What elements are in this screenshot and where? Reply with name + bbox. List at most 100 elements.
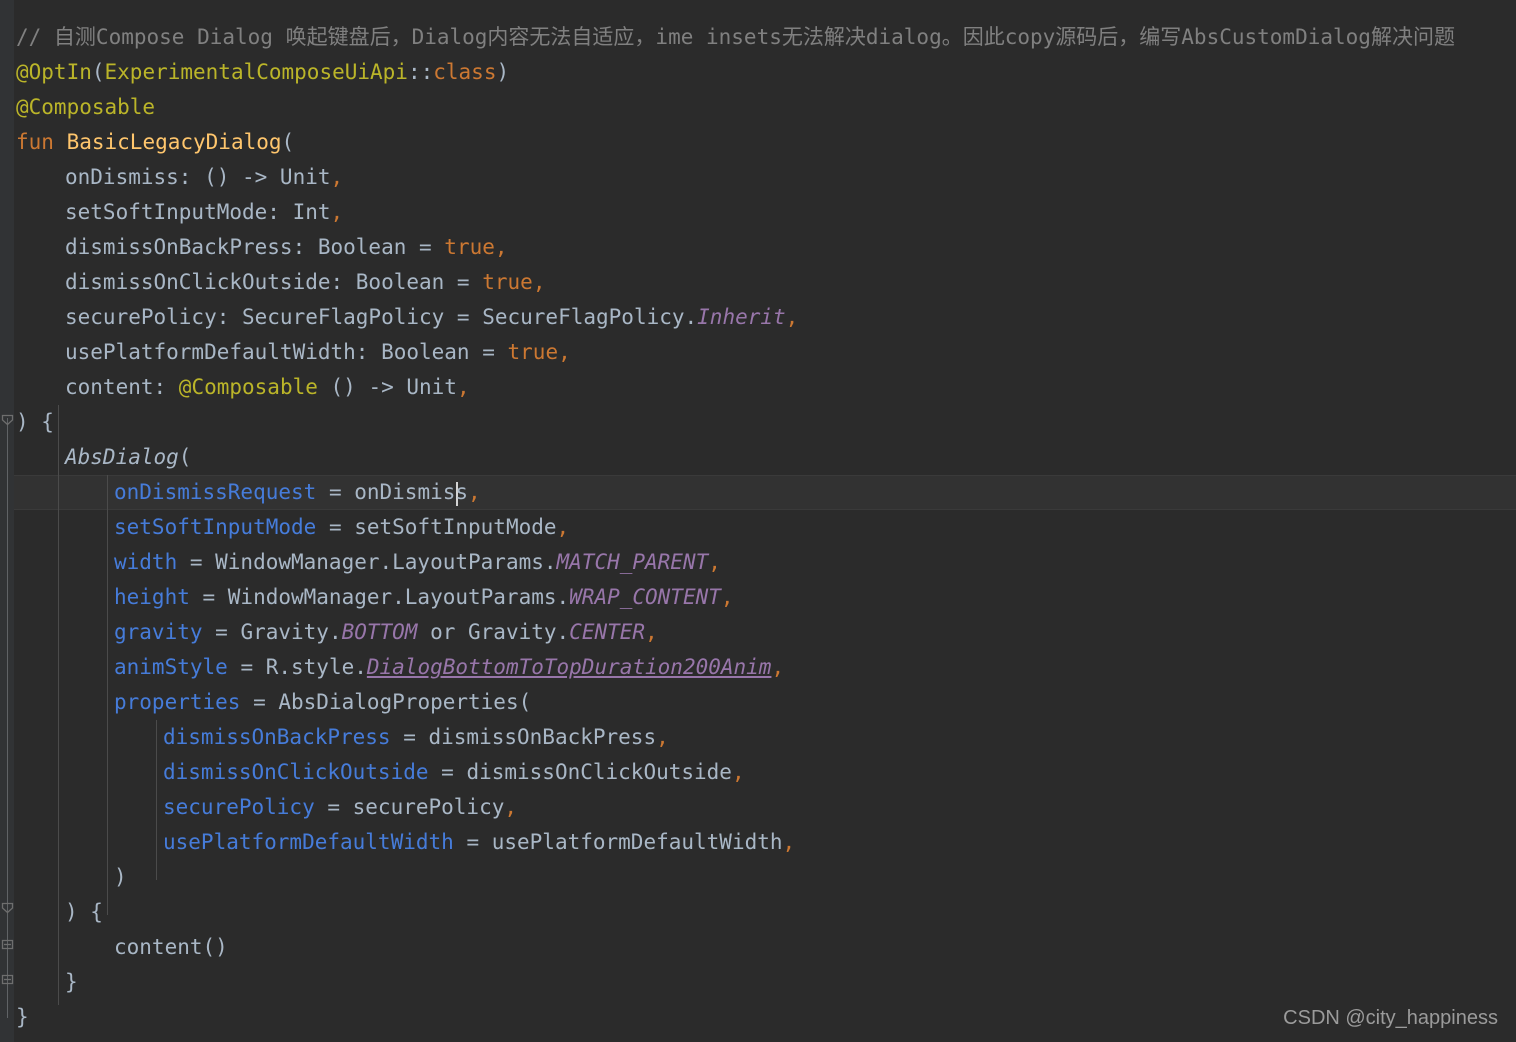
code-line: height = WindowManager.LayoutParams.WRAP… bbox=[114, 580, 734, 615]
code-token: ( bbox=[91, 60, 105, 84]
code-token: , bbox=[330, 200, 344, 224]
code-line: width = WindowManager.LayoutParams.MATCH… bbox=[114, 545, 721, 580]
code-token: dismissOnBackPress: Boolean = bbox=[65, 235, 445, 259]
code-token: , bbox=[468, 480, 481, 504]
code-token: setSoftInputMode bbox=[114, 515, 317, 539]
code-token: DialogBottomToTopDuration200Anim bbox=[366, 655, 772, 679]
code-line: securePolicy = securePolicy, bbox=[163, 790, 517, 825]
fold-region-nested-start-icon[interactable] bbox=[0, 900, 15, 915]
code-token: :: bbox=[407, 60, 434, 84]
code-token: ( bbox=[281, 130, 295, 154]
code-line: animStyle = R.style.DialogBottomToTopDur… bbox=[114, 650, 784, 685]
code-token: class bbox=[433, 60, 497, 84]
code-line: dismissOnClickOutside: Boolean = true, bbox=[65, 265, 545, 300]
code-line: content: @Composable () -> Unit, bbox=[65, 370, 470, 405]
fold-region-end-inner-icon[interactable] bbox=[0, 937, 15, 952]
code-line: ) { bbox=[65, 895, 103, 930]
code-token: Inherit bbox=[697, 305, 786, 329]
code-token: @Composable bbox=[16, 95, 156, 119]
code-token: MATCH_PARENT bbox=[556, 550, 709, 574]
code-line: @OptIn(ExperimentalComposeUiApi::class) bbox=[16, 55, 509, 90]
code-line: // 自测Compose Dialog 唤起键盘后，Dialog内容无法自适应，… bbox=[16, 20, 1455, 55]
code-line: content() bbox=[114, 930, 228, 965]
fold-region-function-start-icon[interactable] bbox=[0, 412, 15, 427]
code-token: content: bbox=[65, 375, 179, 399]
code-folding-gutter[interactable] bbox=[0, 0, 14, 1042]
code-line: usePlatformDefaultWidth: Boolean = true, bbox=[65, 335, 571, 370]
indent-guide bbox=[156, 720, 157, 880]
indent-guide bbox=[107, 475, 108, 915]
code-token: BasicLegacyDialog bbox=[66, 130, 282, 154]
code-token: () -> Unit bbox=[317, 375, 457, 399]
code-token: = dismissOnClickOutside bbox=[428, 760, 732, 784]
code-editor[interactable]: // 自测Compose Dialog 唤起键盘后，Dialog内容无法自适应，… bbox=[0, 0, 1516, 1042]
code-token: } bbox=[65, 970, 78, 994]
code-token: // 自测Compose Dialog 唤起键盘后，Dialog内容无法自适应，… bbox=[16, 25, 1455, 49]
code-line: securePolicy: SecureFlagPolicy = SecureF… bbox=[65, 300, 798, 335]
code-token: BOTTOM bbox=[341, 620, 418, 644]
code-token: , bbox=[532, 270, 546, 294]
code-token: dismissOnClickOutside bbox=[163, 760, 429, 784]
code-token: true bbox=[507, 340, 559, 364]
code-token: @Composable bbox=[178, 375, 318, 399]
code-line: ) bbox=[114, 860, 127, 895]
indent-guide bbox=[58, 405, 59, 1005]
code-token: = AbsDialogProperties( bbox=[240, 690, 532, 714]
code-token: ) { bbox=[65, 900, 103, 924]
code-token: usePlatformDefaultWidth: Boolean = bbox=[65, 340, 508, 364]
code-token: , bbox=[720, 585, 734, 609]
code-token: onDismiss: () -> Unit bbox=[65, 165, 331, 189]
code-token: = onDismiss bbox=[316, 480, 469, 504]
code-token: , bbox=[556, 515, 570, 539]
code-token: true bbox=[444, 235, 495, 259]
code-line: gravity = Gravity.BOTTOM or Gravity.CENT… bbox=[114, 615, 658, 650]
code-token: height bbox=[114, 585, 190, 609]
code-token: CENTER bbox=[569, 620, 646, 644]
code-line: properties = AbsDialogProperties( bbox=[114, 685, 531, 720]
code-token: , bbox=[330, 165, 344, 189]
code-token: , bbox=[504, 795, 518, 819]
code-token: = usePlatformDefaultWidth bbox=[453, 830, 783, 854]
code-line: dismissOnBackPress: Boolean = true, bbox=[65, 230, 508, 265]
code-line: usePlatformDefaultWidth = usePlatformDef… bbox=[163, 825, 795, 860]
fold-region-end-outer-icon[interactable] bbox=[0, 972, 15, 987]
code-token: , bbox=[494, 235, 508, 259]
code-token: dismissOnBackPress bbox=[163, 725, 391, 749]
code-token: gravity bbox=[114, 620, 203, 644]
code-token: setSoftInputMode: Int bbox=[65, 200, 331, 224]
code-token: dismissOnClickOutside: Boolean = bbox=[65, 270, 483, 294]
code-line: setSoftInputMode = setSoftInputMode, bbox=[114, 510, 569, 545]
code-token: properties bbox=[114, 690, 241, 714]
code-line: AbsDialog( bbox=[65, 440, 191, 475]
code-surface[interactable]: // 自测Compose Dialog 唤起键盘后，Dialog内容无法自适应，… bbox=[14, 0, 1516, 1042]
fold-rail bbox=[7, 418, 8, 1018]
code-token: @OptIn bbox=[16, 60, 92, 84]
code-token: fun bbox=[16, 130, 54, 154]
code-token: = Gravity. bbox=[202, 620, 342, 644]
code-token: , bbox=[785, 305, 799, 329]
code-token: ) { bbox=[16, 410, 54, 434]
code-token: content() bbox=[114, 935, 228, 959]
code-token: securePolicy bbox=[163, 795, 315, 819]
code-token: , bbox=[645, 620, 658, 644]
code-token: = setSoftInputMode bbox=[316, 515, 557, 539]
code-token: , bbox=[558, 340, 571, 364]
code-line: } bbox=[16, 1000, 29, 1035]
code-line: fun BasicLegacyDialog( bbox=[16, 125, 294, 160]
code-token: , bbox=[731, 760, 745, 784]
code-token: , bbox=[771, 655, 785, 679]
code-token: securePolicy: SecureFlagPolicy = SecureF… bbox=[65, 305, 698, 329]
code-line: onDismiss: () -> Unit, bbox=[65, 160, 343, 195]
code-token: = dismissOnBackPress bbox=[390, 725, 657, 749]
code-token: = securePolicy bbox=[314, 795, 505, 819]
code-token: = R.style. bbox=[227, 655, 367, 679]
code-token: ( bbox=[178, 445, 192, 469]
code-line: dismissOnClickOutside = dismissOnClickOu… bbox=[163, 755, 745, 790]
code-token: } bbox=[16, 1005, 29, 1029]
code-token: , bbox=[782, 830, 796, 854]
csdn-watermark: CSDN @city_happiness bbox=[1283, 1007, 1498, 1029]
code-token: onDismissRequest bbox=[114, 480, 317, 504]
code-token: animStyle bbox=[114, 655, 228, 679]
code-line: @Composable bbox=[16, 90, 155, 125]
